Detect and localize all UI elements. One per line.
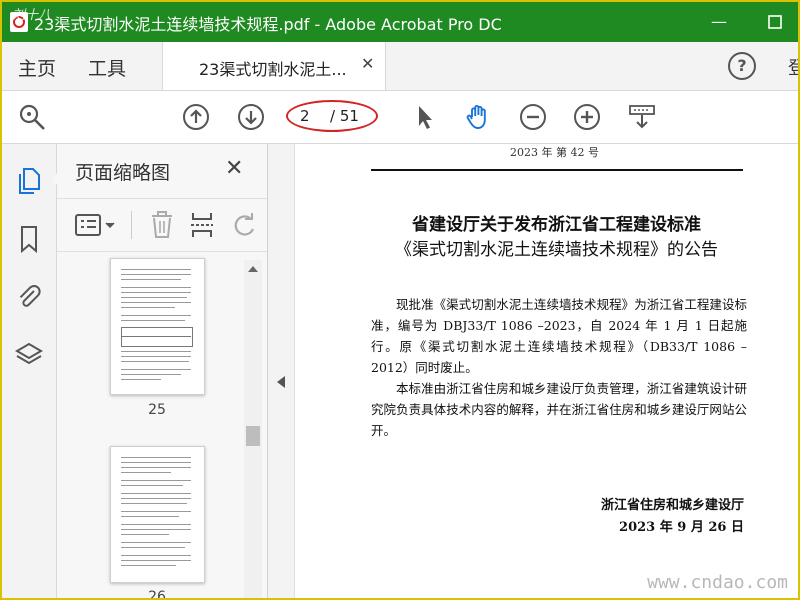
hand-tool-icon[interactable] [464, 103, 492, 131]
bookmark-icon[interactable] [14, 224, 44, 254]
select-cursor-icon[interactable] [410, 103, 438, 131]
site-watermark: www.cndao.com [647, 572, 788, 593]
document-page: 2023 年 第 42 号 省建设厅关于发布浙江省工程建设标准 《渠式切割水泥土… [295, 144, 798, 598]
thumbnail-page-number: 25 [148, 402, 166, 418]
search-zoom-icon[interactable] [18, 103, 46, 131]
tab-bar: 主页 工具 23渠式切割水泥土... ✕ ? 登 [2, 42, 798, 91]
document-tab-label: 23渠式切割水泥土... [199, 60, 347, 79]
help-icon[interactable]: ? [728, 52, 756, 80]
main-toolbar: / 51 [2, 91, 798, 144]
toolbar-divider [131, 211, 132, 239]
title-bar: 刘十八 23渠式切割水泥土连续墙技术规程.pdf - Adobe Acrobat… [2, 2, 798, 42]
attachment-icon[interactable] [14, 282, 44, 312]
next-page-icon[interactable] [237, 103, 265, 131]
close-tab-icon[interactable]: ✕ [361, 54, 374, 73]
zoom-in-icon[interactable] [573, 103, 601, 131]
page-number-control: / 51 [286, 100, 378, 132]
document-issue-number: 2023 年 第 42 号 [510, 146, 599, 159]
header-rule [371, 169, 743, 171]
document-body: 现批准《渠式切割水泥土连续墙技术规程》为浙江省工程建设标准，编号为 DBJ33/… [371, 294, 747, 441]
thumbnail-panel: 页面缩略图 ✕ 25 26 [57, 144, 268, 600]
rotate-page-icon[interactable] [231, 211, 257, 239]
thumbnail-table [121, 327, 193, 347]
tab-tools[interactable]: 工具 [88, 54, 126, 81]
insert-page-icon[interactable] [189, 211, 215, 239]
issue-date: 2023 年 9 月 26 日 [619, 520, 744, 535]
scrollbar-thumb[interactable] [246, 426, 260, 446]
paragraph-approval: 现批准《渠式切割水泥土连续墙技术规程》为浙江省工程建设标准，编号为 DBJ33/… [371, 297, 747, 375]
red-annotation-oval [286, 100, 378, 132]
document-view[interactable]: 2023 年 第 42 号 省建设厅关于发布浙江省工程建设标准 《渠式切割水泥土… [295, 144, 798, 598]
page-thumbnails-icon[interactable] [14, 166, 44, 196]
delete-page-icon[interactable] [149, 211, 175, 239]
thumbnail-toolbar [57, 198, 267, 252]
panel-collapse-handle[interactable] [268, 144, 295, 598]
maximize-icon[interactable] [762, 10, 788, 34]
options-menu-icon[interactable] [75, 213, 119, 237]
zoom-out-icon[interactable] [519, 103, 547, 131]
document-title-line2: 《渠式切割水泥土连续墙技术规程》的公告 [395, 240, 718, 260]
panel-title: 页面缩略图 [75, 162, 171, 184]
page-thumbnail-26[interactable] [110, 446, 205, 583]
app-window: 刘十八 23渠式切割水泥土连续墙技术规程.pdf - Adobe Acrobat… [0, 0, 800, 600]
scroll-up-icon[interactable] [248, 266, 258, 272]
tab-document[interactable]: 23渠式切割水泥土... ✕ [162, 42, 386, 90]
paragraph-management: 本标准由浙江省住房和城乡建设厅负责管理，浙江省建筑设计研究院负责具体技术内容的解… [371, 381, 747, 438]
close-panel-icon[interactable]: ✕ [225, 156, 243, 181]
previous-page-icon[interactable] [182, 103, 210, 131]
navigation-rail [2, 144, 58, 598]
thumbnail-page-number: 26 [148, 589, 166, 600]
scroll-mode-icon[interactable] [628, 103, 656, 131]
thumbnail-scrollbar[interactable] [244, 260, 262, 598]
minimize-icon[interactable]: — [706, 10, 732, 34]
window-title: 23渠式切割水泥土连续墙技术规程.pdf - Adobe Acrobat Pro… [34, 15, 502, 34]
layers-icon[interactable] [14, 340, 44, 370]
document-title-line1: 省建设厅关于发布浙江省工程建设标准 [412, 215, 701, 235]
collapse-arrow-icon [277, 376, 285, 388]
page-thumbnail-25[interactable] [110, 258, 205, 395]
sign-in-link[interactable]: 登 [788, 54, 798, 80]
tab-home[interactable]: 主页 [18, 54, 56, 81]
issuer-signature: 浙江省住房和城乡建设厅 [600, 498, 744, 513]
